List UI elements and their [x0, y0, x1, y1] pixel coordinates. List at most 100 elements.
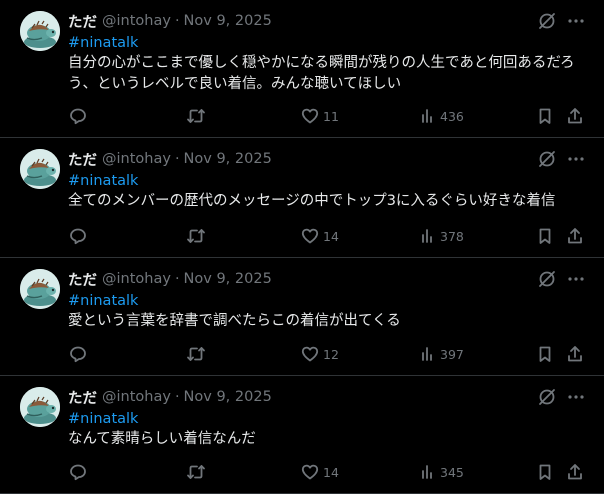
author-name[interactable]: ただ	[68, 387, 97, 408]
like-count: 12	[323, 346, 339, 362]
like-button[interactable]: 12	[301, 343, 339, 365]
separator: ·	[174, 271, 180, 287]
more-button[interactable]	[565, 268, 587, 290]
tweet-header: ただ @intohay · Nov 9, 2025	[68, 387, 272, 407]
views-button[interactable]: 378	[420, 225, 464, 247]
bookmark-icon	[539, 464, 551, 480]
bookmark-button[interactable]	[536, 225, 554, 247]
turtle-avatar-icon	[20, 149, 60, 189]
grok-button[interactable]	[536, 386, 558, 408]
share-button[interactable]	[566, 225, 584, 247]
tweet-header: ただ @intohay · Nov 9, 2025	[68, 269, 272, 289]
tweet[interactable]: ただ @intohay · Nov 9, 2025 #ninatalk 全てのメ…	[0, 138, 604, 258]
retweet-button[interactable]	[186, 343, 206, 365]
grok-icon	[539, 271, 555, 287]
hashtag-link[interactable]: #ninatalk	[68, 291, 138, 311]
share-button[interactable]	[566, 343, 584, 365]
author-handle[interactable]: @intohay	[102, 151, 171, 167]
grok-button[interactable]	[536, 268, 558, 290]
tweet-date[interactable]: Nov 9, 2025	[184, 151, 272, 167]
reply-icon	[70, 346, 86, 363]
retweet-icon	[187, 465, 205, 479]
hashtag-link[interactable]: #ninatalk	[68, 33, 138, 53]
grok-icon	[539, 13, 555, 29]
separator: ·	[174, 151, 180, 167]
author-handle[interactable]: @intohay	[102, 389, 171, 405]
tweet-text: なんて素晴らしい着信なんだ	[68, 431, 256, 447]
retweet-button[interactable]	[186, 225, 206, 247]
turtle-avatar-icon	[20, 269, 60, 309]
bookmark-button[interactable]	[536, 105, 554, 127]
view-count: 397	[440, 346, 464, 362]
reply-icon	[70, 464, 86, 481]
heart-icon	[301, 464, 319, 480]
hashtag-link[interactable]: #ninatalk	[68, 171, 138, 191]
like-count: 14	[323, 228, 339, 244]
tweet-date[interactable]: Nov 9, 2025	[184, 13, 272, 29]
author-name[interactable]: ただ	[68, 11, 97, 32]
like-button[interactable]: 11	[301, 105, 339, 127]
tweet[interactable]: ただ @intohay · Nov 9, 2025 #ninatalk なんて素…	[0, 376, 604, 494]
retweet-button[interactable]	[186, 461, 206, 483]
bookmark-icon	[539, 228, 551, 244]
reply-button[interactable]	[69, 343, 87, 365]
view-count: 436	[440, 108, 464, 124]
grok-button[interactable]	[536, 10, 558, 32]
turtle-avatar-icon	[20, 387, 60, 427]
grok-button[interactable]	[536, 148, 558, 170]
share-icon	[568, 108, 582, 124]
hashtag-link[interactable]: #ninatalk	[68, 409, 138, 429]
reply-icon	[70, 108, 86, 125]
like-count: 11	[323, 108, 339, 124]
tweet-text: 全てのメンバーの歴代のメッセージの中でトップ3に入るぐらい好きな着信	[68, 193, 556, 209]
bookmark-button[interactable]	[536, 461, 554, 483]
tweet-header: ただ @intohay · Nov 9, 2025	[68, 149, 272, 169]
share-button[interactable]	[566, 461, 584, 483]
retweet-icon	[187, 109, 205, 123]
tweet-header: ただ @intohay · Nov 9, 2025	[68, 11, 272, 31]
more-button[interactable]	[565, 386, 587, 408]
view-count: 378	[440, 228, 464, 244]
views-chart-icon	[422, 229, 432, 243]
bookmark-icon	[539, 108, 551, 124]
avatar[interactable]	[20, 11, 60, 51]
view-count: 345	[440, 464, 464, 480]
views-button[interactable]: 345	[420, 461, 464, 483]
retweet-button[interactable]	[186, 105, 206, 127]
like-button[interactable]: 14	[301, 461, 339, 483]
separator: ·	[174, 13, 180, 29]
retweet-icon	[187, 229, 205, 243]
like-count: 14	[323, 464, 339, 480]
views-button[interactable]: 436	[420, 105, 464, 127]
more-button[interactable]	[565, 10, 587, 32]
reply-button[interactable]	[69, 461, 87, 483]
author-handle[interactable]: @intohay	[102, 13, 171, 29]
avatar[interactable]	[20, 149, 60, 189]
tweet-date[interactable]: Nov 9, 2025	[184, 271, 272, 287]
share-icon	[568, 228, 582, 244]
reply-button[interactable]	[69, 105, 87, 127]
views-chart-icon	[422, 109, 432, 123]
avatar[interactable]	[20, 269, 60, 309]
reply-icon	[70, 228, 86, 245]
tweet-date[interactable]: Nov 9, 2025	[184, 389, 272, 405]
turtle-avatar-icon	[20, 11, 60, 51]
avatar[interactable]	[20, 387, 60, 427]
tweet[interactable]: ただ @intohay · Nov 9, 2025 #ninatalk 愛という…	[0, 258, 604, 376]
separator: ·	[174, 389, 180, 405]
heart-icon	[301, 228, 319, 244]
like-button[interactable]: 14	[301, 225, 339, 247]
share-button[interactable]	[566, 105, 584, 127]
bookmark-icon	[539, 346, 551, 362]
views-chart-icon	[422, 465, 432, 479]
tweet[interactable]: ただ @intohay · Nov 9, 2025 #ninatalk 自分の心…	[0, 0, 604, 138]
author-name[interactable]: ただ	[68, 269, 97, 290]
views-button[interactable]: 397	[420, 343, 464, 365]
share-icon	[568, 346, 582, 362]
author-handle[interactable]: @intohay	[102, 271, 171, 287]
more-button[interactable]	[565, 148, 587, 170]
bookmark-button[interactable]	[536, 343, 554, 365]
author-name[interactable]: ただ	[68, 149, 97, 170]
tweet-text: 愛という言葉を辞書で調べたらこの着信が出てくる	[68, 313, 401, 329]
reply-button[interactable]	[69, 225, 87, 247]
